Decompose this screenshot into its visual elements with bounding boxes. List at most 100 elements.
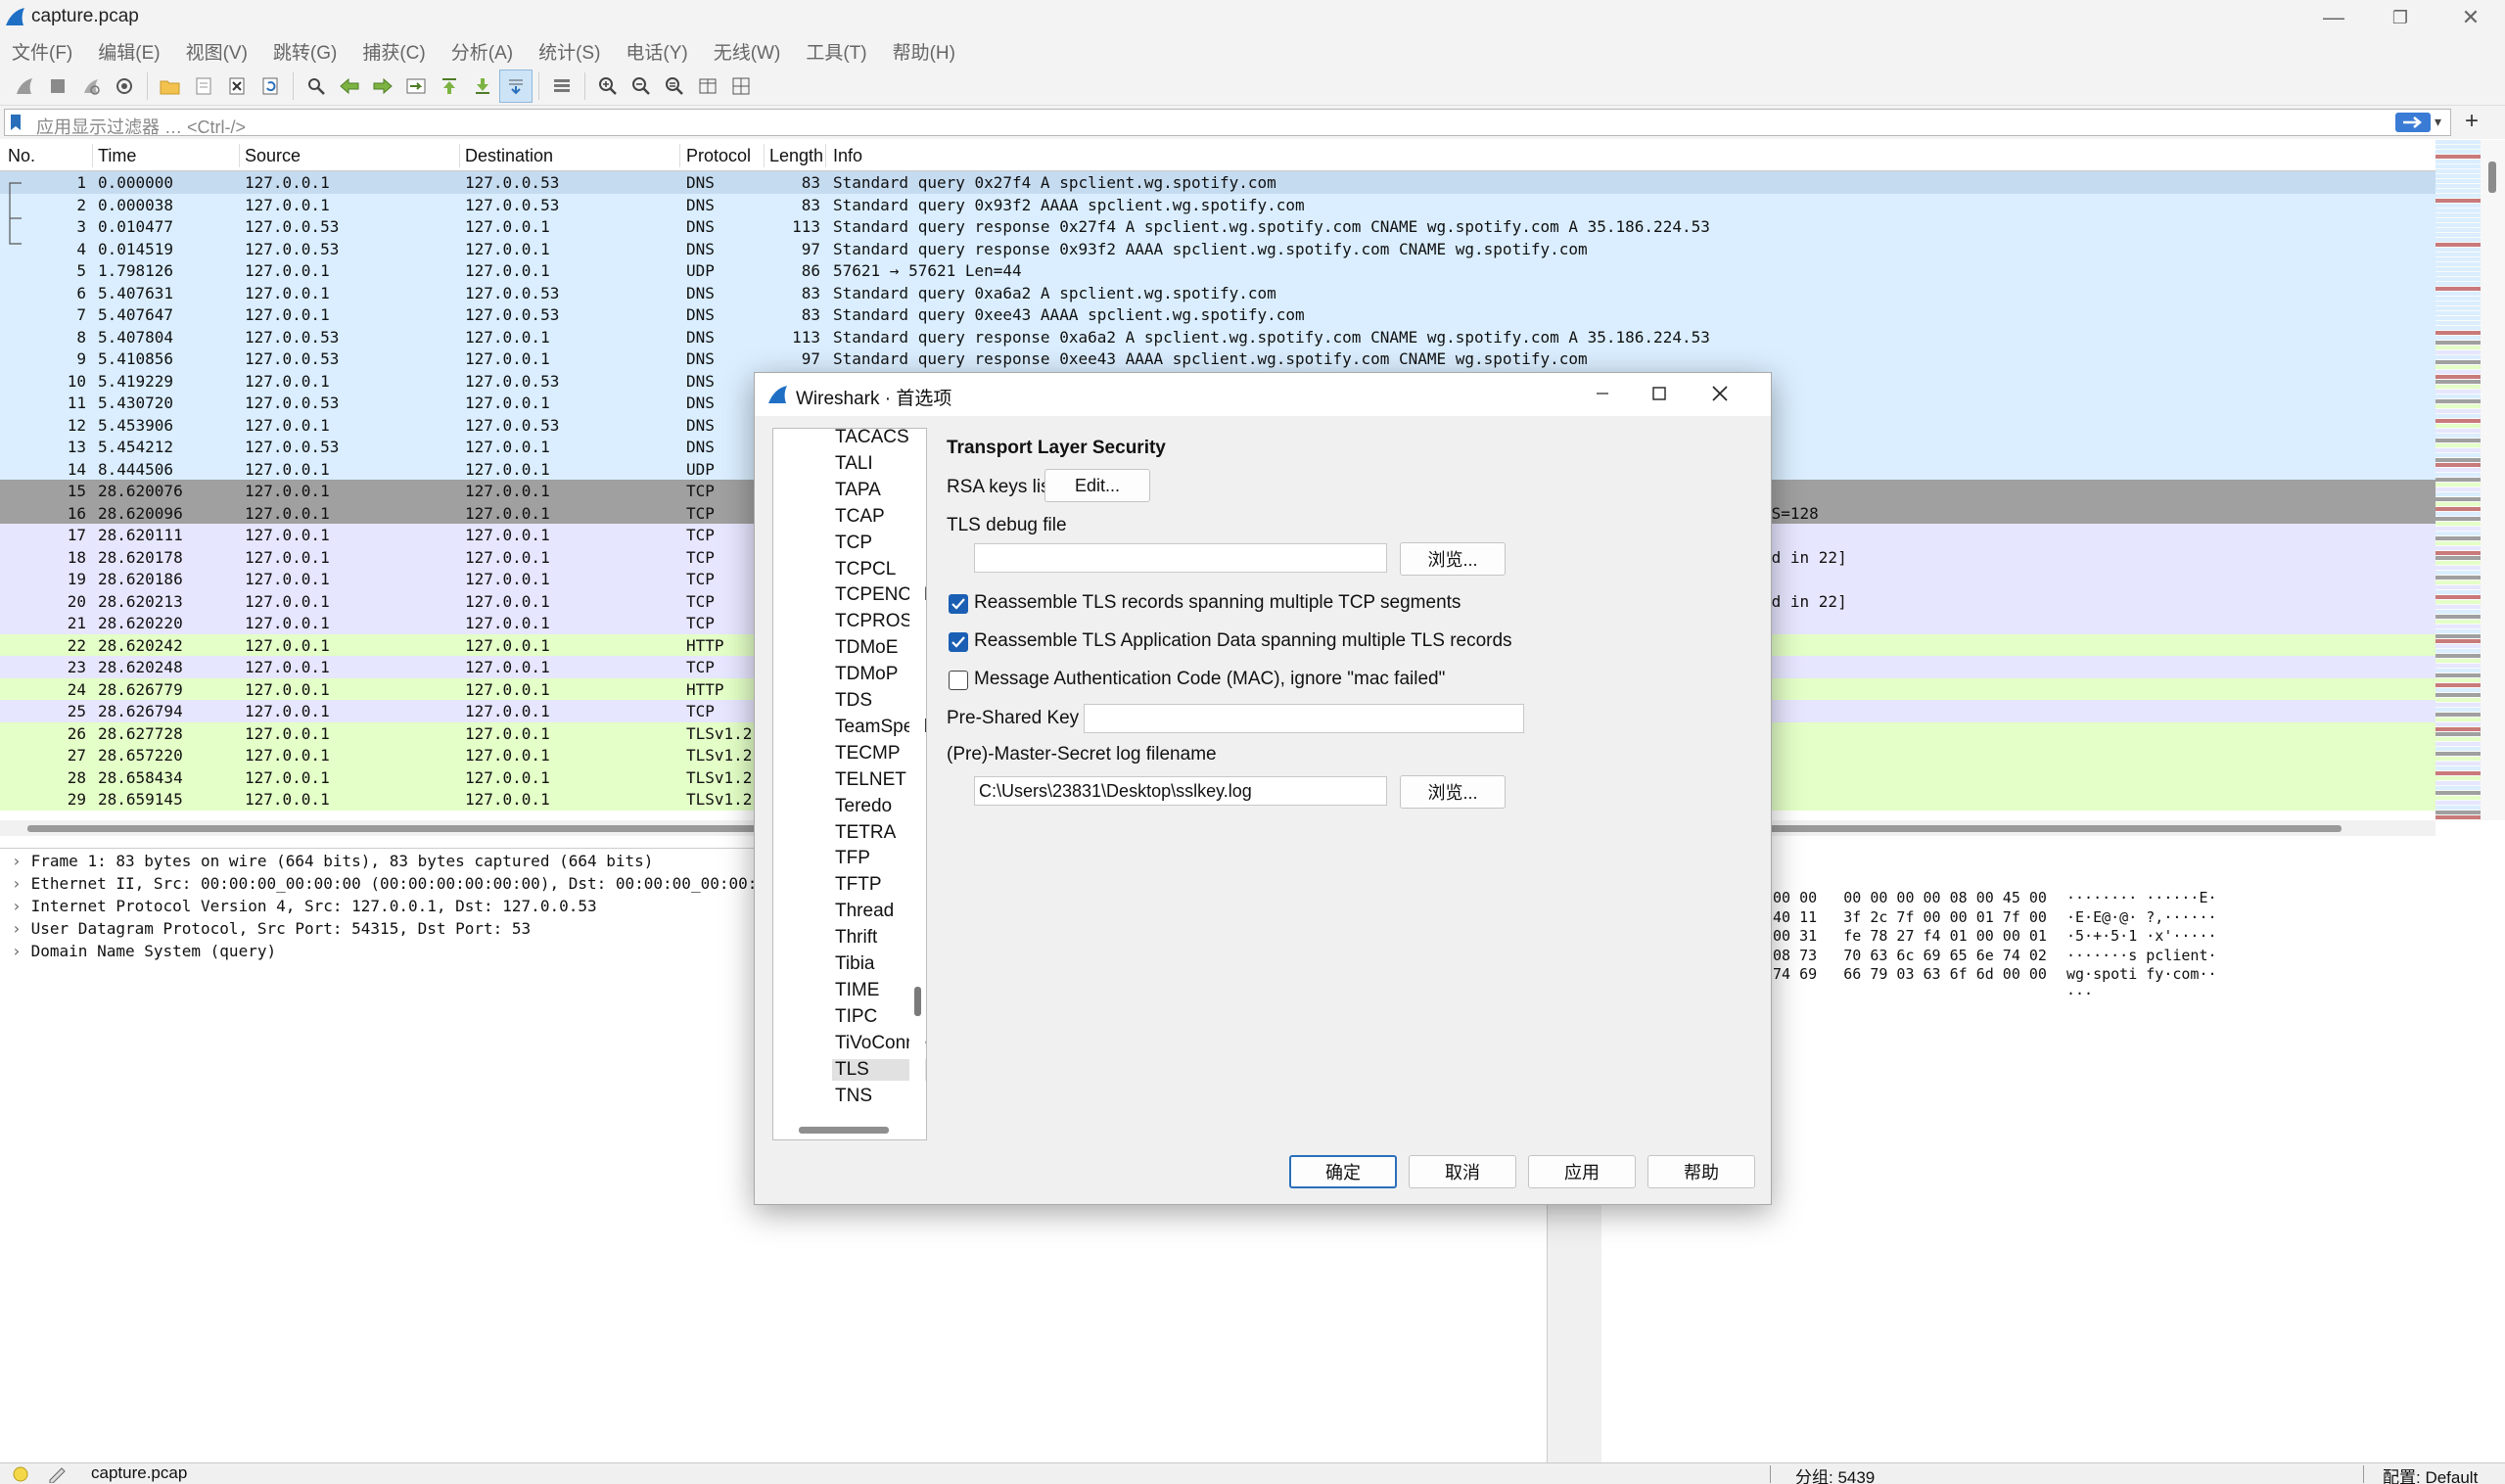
- reassemble-tls-records-checkbox[interactable]: [949, 594, 968, 614]
- dialog-maximize-icon[interactable]: [1642, 379, 1677, 408]
- tree-item[interactable]: TCPROS: [835, 611, 912, 632]
- tls-debug-browse-button[interactable]: 浏览...: [1400, 542, 1506, 576]
- tree-item[interactable]: TAPA: [835, 480, 881, 501]
- tree-hscrollbar[interactable]: [773, 1120, 926, 1139]
- packet-row[interactable]: 9 5.410856 127.0.0.53 127.0.0.1 DNS 97 Standar…: [0, 348, 2435, 370]
- detail-row-udp[interactable]: › User Datagram Protocol, Src Port: 54315…: [0, 919, 531, 942]
- colorize-icon[interactable]: [545, 70, 579, 103]
- tree-item[interactable]: TALI: [835, 453, 873, 475]
- bytes-hex[interactable]: 00 00 00 00 00 00 08 00 45 00 40 11 3f 2c…: [1773, 851, 2047, 1023]
- resize-columns-icon[interactable]: [691, 70, 724, 103]
- keylog-browse-button[interactable]: 浏览...: [1400, 775, 1506, 809]
- packet-row[interactable]: 4 0.014519 127.0.0.53 127.0.0.1 DNS 97 Standar…: [0, 237, 2435, 259]
- find-packet-icon[interactable]: [300, 70, 333, 103]
- ready-status-icon[interactable]: [12, 1465, 29, 1483]
- column-info[interactable]: Info: [833, 146, 862, 166]
- detail-row-ethernet[interactable]: › Ethernet II, Src: 00:00:00_00:00:00 (00…: [0, 874, 795, 897]
- column-destination[interactable]: Destination: [465, 146, 553, 166]
- detail-row-frame[interactable]: › Frame 1: 83 bytes on wire (664 bits), 8…: [0, 852, 653, 874]
- start-capture-icon[interactable]: [8, 70, 41, 103]
- capture-options-icon[interactable]: [108, 70, 141, 103]
- autoscroll-icon[interactable]: [499, 69, 533, 103]
- packet-row[interactable]: 6 5.407631 127.0.0.1 127.0.0.53 DNS 83 Standar…: [0, 281, 2435, 303]
- tree-item[interactable]: TCPCL: [835, 559, 896, 580]
- packet-row[interactable]: 8 5.407804 127.0.0.53 127.0.0.1 DNS 113 Standa…: [0, 325, 2435, 348]
- apply-filter-icon[interactable]: [2395, 113, 2431, 132]
- packet-list-vscrollbar[interactable]: [2481, 140, 2505, 820]
- column-length[interactable]: Length: [769, 146, 823, 166]
- menu-view[interactable]: 视图(V): [186, 38, 248, 65]
- help-button[interactable]: 帮助: [1647, 1155, 1755, 1188]
- menu-edit[interactable]: 编辑(E): [98, 38, 160, 65]
- zoom-reset-icon[interactable]: [658, 70, 691, 103]
- tree-item[interactable]: TCP: [835, 533, 872, 554]
- minimize-button[interactable]: —: [2300, 0, 2367, 35]
- stop-capture-icon[interactable]: [41, 70, 74, 103]
- tree-item[interactable]: TDMoP: [835, 664, 898, 685]
- keylog-filename-input[interactable]: C:\Users\23831\Desktop\sslkey.log: [974, 776, 1387, 806]
- tree-item[interactable]: TNS: [835, 1086, 872, 1107]
- tree-item[interactable]: TFP: [835, 848, 870, 869]
- tree-item[interactable]: TCAP: [835, 506, 885, 528]
- packet-minimap[interactable]: [2435, 140, 2481, 820]
- column-no[interactable]: No.: [8, 146, 35, 166]
- menu-tools[interactable]: 工具(T): [806, 38, 866, 65]
- tree-item[interactable]: TDMoE: [835, 637, 898, 659]
- open-file-icon[interactable]: [154, 70, 187, 103]
- column-protocol[interactable]: Protocol: [686, 146, 751, 166]
- go-to-packet-icon[interactable]: [399, 70, 433, 103]
- tree-item[interactable]: TIME: [835, 980, 879, 1001]
- tree-item[interactable]: TDS: [835, 690, 872, 712]
- go-last-packet-icon[interactable]: [466, 70, 499, 103]
- reassemble-tls-appdata-checkbox[interactable]: [949, 632, 968, 652]
- pre-shared-key-input[interactable]: [1084, 704, 1524, 733]
- packet-row[interactable]: 3 0.010477 127.0.0.53 127.0.0.1 DNS 113 Standa…: [0, 215, 2435, 238]
- tree-item[interactable]: TETRA: [835, 822, 896, 844]
- menu-wireless[interactable]: 无线(W): [714, 38, 781, 65]
- packet-row[interactable]: 7 5.407647 127.0.0.1 127.0.0.53 DNS 83 Standar…: [0, 303, 2435, 326]
- tree-item[interactable]: Teredo: [835, 796, 892, 817]
- go-forward-icon[interactable]: [366, 70, 399, 103]
- tree-vscroll-thumb[interactable]: [914, 987, 921, 1016]
- go-back-icon[interactable]: [333, 70, 366, 103]
- cancel-button[interactable]: 取消: [1409, 1155, 1516, 1188]
- tree-item[interactable]: TFTP: [835, 874, 882, 896]
- tree-item[interactable]: TECMP: [835, 743, 901, 765]
- menu-telephony[interactable]: 电话(Y): [626, 38, 687, 65]
- close-file-icon[interactable]: [220, 70, 254, 103]
- tree-item[interactable]: TACACS+: [835, 429, 920, 448]
- restart-capture-icon[interactable]: [74, 70, 108, 103]
- detail-row-dns[interactable]: › Domain Name System (query): [0, 942, 276, 964]
- comment-edit-icon[interactable]: [47, 1465, 67, 1483]
- menu-statistics[interactable]: 统计(S): [538, 38, 600, 65]
- save-file-icon[interactable]: [187, 70, 220, 103]
- detail-row-ipv4[interactable]: › Internet Protocol Version 4, Src: 127.0…: [0, 897, 597, 919]
- packet-row[interactable]: 5 1.798126 127.0.0.1 127.0.0.1 UDP 86 57621 → …: [0, 259, 2435, 282]
- tree-item[interactable]: Thread: [835, 901, 894, 922]
- bookmark-icon[interactable]: [9, 114, 23, 131]
- menu-go[interactable]: 跳转(G): [273, 38, 337, 65]
- menu-capture[interactable]: 捕获(C): [362, 38, 425, 65]
- rsa-keys-edit-button[interactable]: Edit...: [1044, 469, 1150, 502]
- maximize-button[interactable]: ❐: [2367, 0, 2434, 35]
- bytes-ascii[interactable]: ········ ······E· ·E·E@·@· ?,······ ·5·+·5…: [2066, 851, 2217, 1042]
- vscroll-thumb[interactable]: [2488, 162, 2496, 193]
- zoom-out-icon[interactable]: [625, 70, 658, 103]
- apply-button[interactable]: 应用: [1528, 1155, 1636, 1188]
- preferences-tree[interactable]: TACACS+ TALI TAPA TCAP TCP TCPCL TCPENCAP TCPRO…: [772, 428, 927, 1140]
- display-filter-input[interactable]: 应用显示过滤器 … <Ctrl-/> ▾: [4, 109, 2451, 137]
- reload-file-icon[interactable]: [254, 70, 287, 103]
- menu-analyze[interactable]: 分析(A): [451, 38, 513, 65]
- tree-item[interactable]: TIPC: [835, 1006, 877, 1028]
- menu-file[interactable]: 文件(F): [12, 38, 72, 65]
- layout-icon[interactable]: [724, 70, 758, 103]
- status-profile[interactable]: 配置: Default: [2383, 1463, 2478, 1484]
- dialog-close-icon[interactable]: [1702, 379, 1738, 408]
- tls-debug-file-input[interactable]: [974, 543, 1387, 573]
- column-source[interactable]: Source: [245, 146, 301, 166]
- tree-item[interactable]: Tibia: [835, 953, 874, 975]
- ok-button[interactable]: 确定: [1289, 1155, 1397, 1188]
- column-time[interactable]: Time: [98, 146, 136, 166]
- tree-item[interactable]: Thrift: [835, 927, 877, 949]
- tree-hscroll-thumb[interactable]: [799, 1127, 889, 1134]
